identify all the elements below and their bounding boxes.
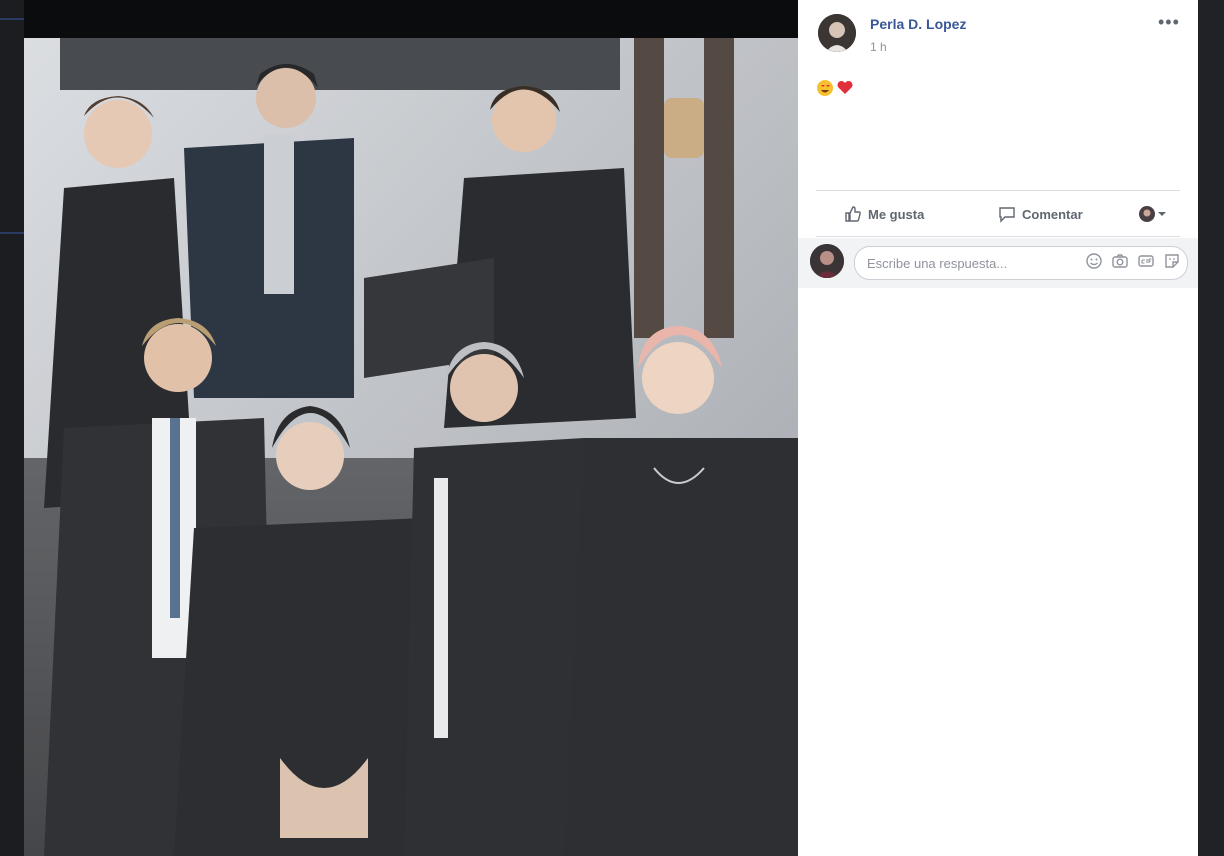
audience-selector[interactable]: [1138, 200, 1168, 228]
speech-bubble-icon: [999, 207, 1015, 223]
red-heart-emoji: [837, 80, 853, 94]
thumbs-up-icon: [845, 206, 861, 222]
gif-icon[interactable]: [1137, 252, 1155, 270]
comment-button[interactable]: Comentar: [998, 200, 1083, 228]
sticker-icon[interactable]: [1163, 252, 1181, 270]
right-backdrop: [1198, 0, 1224, 856]
reply-tools: [1085, 252, 1181, 270]
camera-icon[interactable]: [1111, 252, 1129, 270]
post-sidebar: Perla D. Lopez 1 h ••• Me gusta Comentar…: [798, 0, 1198, 856]
user-avatar[interactable]: [810, 244, 844, 278]
backdrop-line: [0, 18, 24, 20]
post-actions: Me gusta Comentar: [816, 196, 1180, 232]
post-photo: [24, 38, 798, 856]
reply-input[interactable]: [865, 251, 1079, 275]
like-label: Me gusta: [868, 206, 925, 222]
backdrop-line: [0, 232, 24, 234]
smiling-heart-eyes-emoji: [817, 80, 833, 96]
more-options-icon[interactable]: •••: [1158, 12, 1180, 33]
profile-selector-icon: [1139, 206, 1166, 222]
author-avatar[interactable]: [818, 14, 856, 52]
avatar-image: [810, 244, 844, 278]
left-backdrop: [0, 0, 24, 856]
avatar-image: [818, 14, 856, 52]
author-name[interactable]: Perla D. Lopez: [870, 16, 966, 32]
comment-label: Comentar: [1022, 206, 1083, 222]
divider: [816, 190, 1180, 191]
caption-emojis: [817, 80, 853, 96]
reply-input-box[interactable]: [854, 246, 1188, 280]
post-caption: [816, 78, 856, 103]
post-timestamp[interactable]: 1 h: [870, 40, 887, 54]
divider: [816, 236, 1180, 237]
reply-composer: [798, 238, 1198, 288]
like-button[interactable]: Me gusta: [844, 200, 924, 228]
emoji-icon[interactable]: [1085, 252, 1103, 270]
photo-viewer[interactable]: [24, 0, 798, 856]
